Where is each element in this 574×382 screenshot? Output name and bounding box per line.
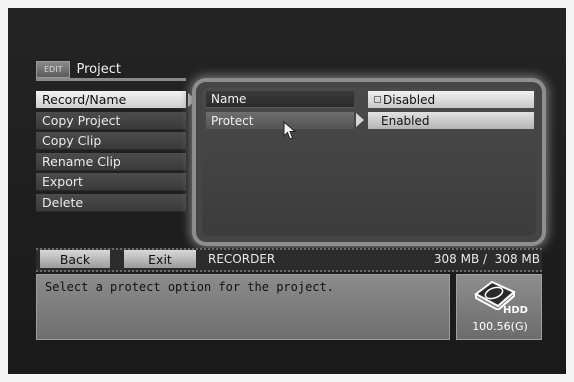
- value-disabled-label: Disabled: [383, 92, 436, 107]
- back-button-label: Back: [59, 251, 91, 267]
- menu-item-rename-clip[interactable]: Rename Clip: [36, 152, 186, 171]
- menu-item-label: Rename Clip: [42, 153, 121, 169]
- menu-item-label: Export: [42, 174, 83, 189]
- value-disabled[interactable]: Disabled: [368, 91, 534, 108]
- menu-item-copy-project[interactable]: Copy Project: [36, 111, 186, 130]
- exit-button-label: Exit: [148, 251, 172, 267]
- menu-item-label: Copy Project: [42, 112, 121, 128]
- back-button[interactable]: Back: [40, 250, 110, 268]
- source-label: RECORDER: [208, 252, 276, 266]
- menu-item-label: Copy Clip: [42, 133, 102, 148]
- left-menu: Record/Name Copy Project Copy Clip Renam…: [36, 91, 196, 214]
- option-protect-label: Protect: [211, 113, 254, 128]
- hdd-capacity: 100.56(G): [472, 320, 528, 333]
- menu-item-copy-clip[interactable]: Copy Clip: [36, 132, 186, 150]
- option-name-label: Name: [211, 92, 247, 106]
- edit-tag: EDIT: [36, 60, 71, 78]
- help-message: Select a protect option for the project.: [45, 280, 334, 294]
- hdd-label: HDD: [503, 305, 528, 316]
- menu-item-label: Record/Name: [42, 92, 127, 107]
- option-name[interactable]: Name: [206, 91, 354, 108]
- checkbox-icon: [374, 96, 381, 103]
- menu-item-delete[interactable]: Delete: [36, 193, 186, 212]
- menu-item-label: Delete: [42, 194, 84, 210]
- right-arrow-icon: [356, 113, 364, 127]
- right-arrow-icon: [188, 93, 196, 107]
- options-panel-inner: [202, 88, 536, 236]
- exit-button[interactable]: Exit: [124, 250, 196, 268]
- value-enabled-label: Enabled: [381, 113, 430, 128]
- pointer-cursor-icon: [283, 121, 297, 140]
- capacity-readout: 308 MB / 308 MB: [433, 252, 540, 266]
- page-title: Project: [76, 61, 121, 77]
- option-protect[interactable]: Protect: [206, 112, 354, 129]
- header-divider: [36, 78, 186, 81]
- value-enabled[interactable]: Enabled: [368, 112, 534, 129]
- menu-item-record-name[interactable]: Record/Name: [36, 91, 196, 109]
- menu-item-export[interactable]: Export: [36, 173, 186, 191]
